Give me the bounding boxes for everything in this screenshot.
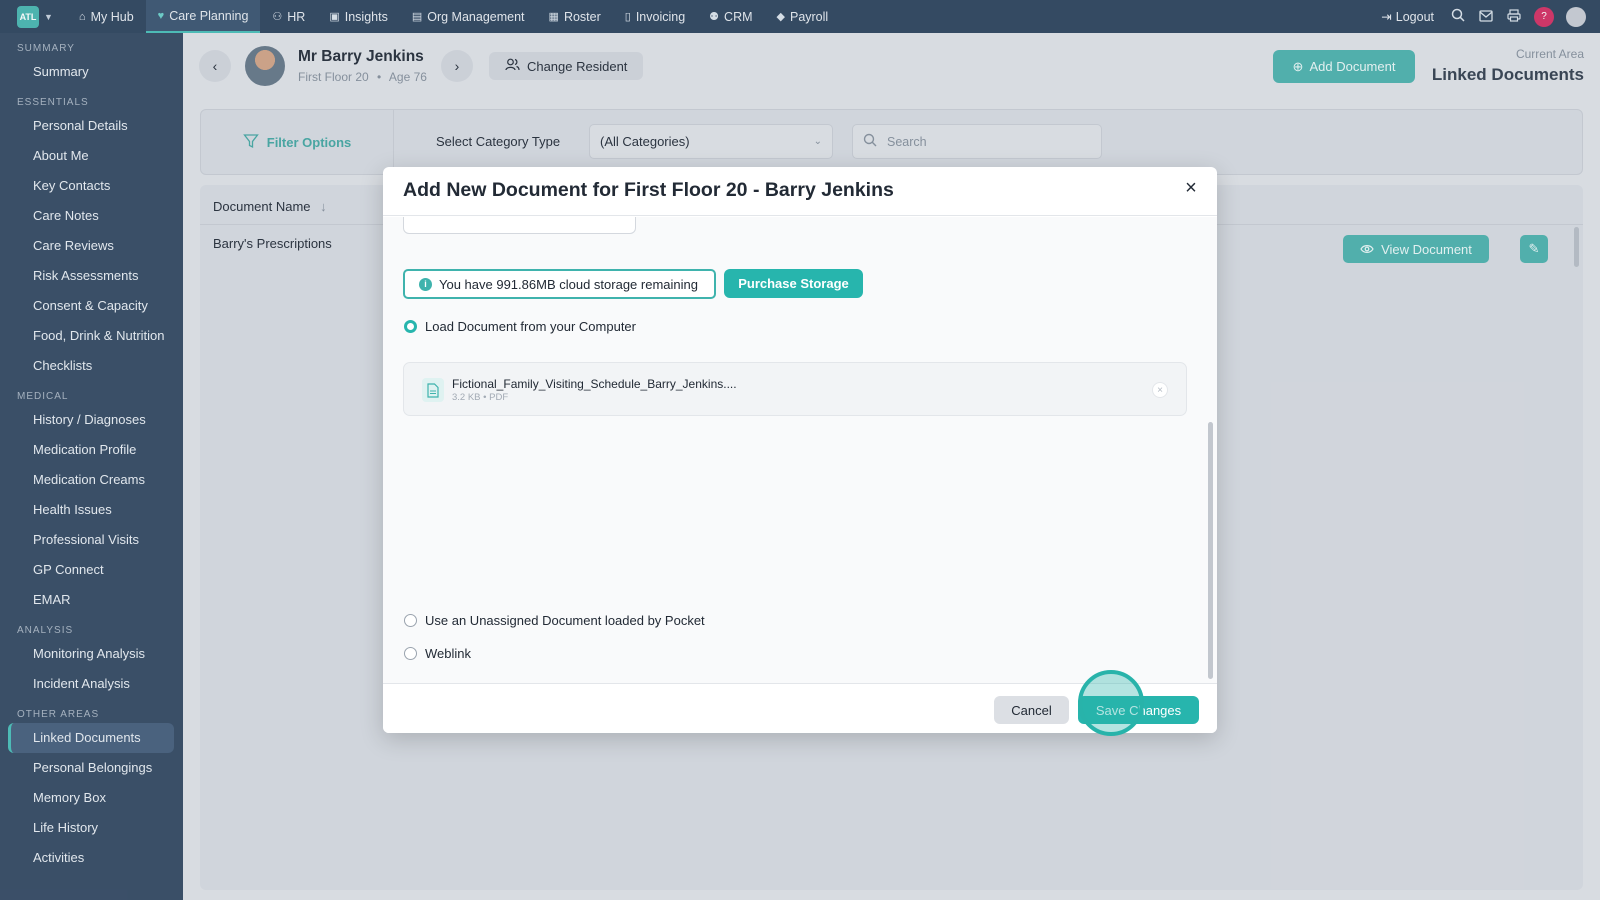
info-icon: i <box>419 277 432 291</box>
option-label: Weblink <box>425 646 472 661</box>
option-load-from-computer[interactable]: Load Document from your Computer <box>404 319 636 334</box>
modal-scrollbar[interactable] <box>1208 422 1213 679</box>
file-meta: 3.2 KB • PDF <box>452 392 509 403</box>
option-weblink[interactable]: Weblink <box>404 646 471 661</box>
add-document-modal: Add New Document for First Floor 20 - Ba… <box>383 167 1217 733</box>
storage-remaining-text: You have 991.86MB cloud storage remainin… <box>439 276 698 292</box>
radio-unchecked[interactable] <box>404 647 417 660</box>
storage-remaining-notice: i You have 991.86MB cloud storage remain… <box>403 269 716 299</box>
radio-checked[interactable] <box>404 320 417 333</box>
radio-unchecked[interactable] <box>404 614 417 627</box>
click-indicator <box>1078 670 1144 736</box>
modal-body: i You have 991.86MB cloud storage remain… <box>383 217 1217 683</box>
option-unassigned-document[interactable]: Use an Unassigned Document loaded by Poc… <box>404 613 705 628</box>
option-label: Load Document from your Computer <box>425 319 636 334</box>
close-icon[interactable]: × <box>1179 177 1203 200</box>
file-name: Fictional_Family_Visiting_Schedule_Barry… <box>452 377 737 391</box>
document-file-icon <box>422 378 444 402</box>
remove-file-icon[interactable]: × <box>1152 382 1168 398</box>
purchase-storage-button[interactable]: Purchase Storage <box>724 269 863 298</box>
modal-header: Add New Document for First Floor 20 - Ba… <box>383 167 1217 216</box>
modal-title: Add New Document for First Floor 20 - Ba… <box>403 179 894 201</box>
document-name-input[interactable] <box>403 217 636 234</box>
cancel-button[interactable]: Cancel <box>994 696 1069 724</box>
uploaded-file-card: Fictional_Family_Visiting_Schedule_Barry… <box>403 362 1187 416</box>
option-label: Use an Unassigned Document loaded by Poc… <box>425 613 705 628</box>
